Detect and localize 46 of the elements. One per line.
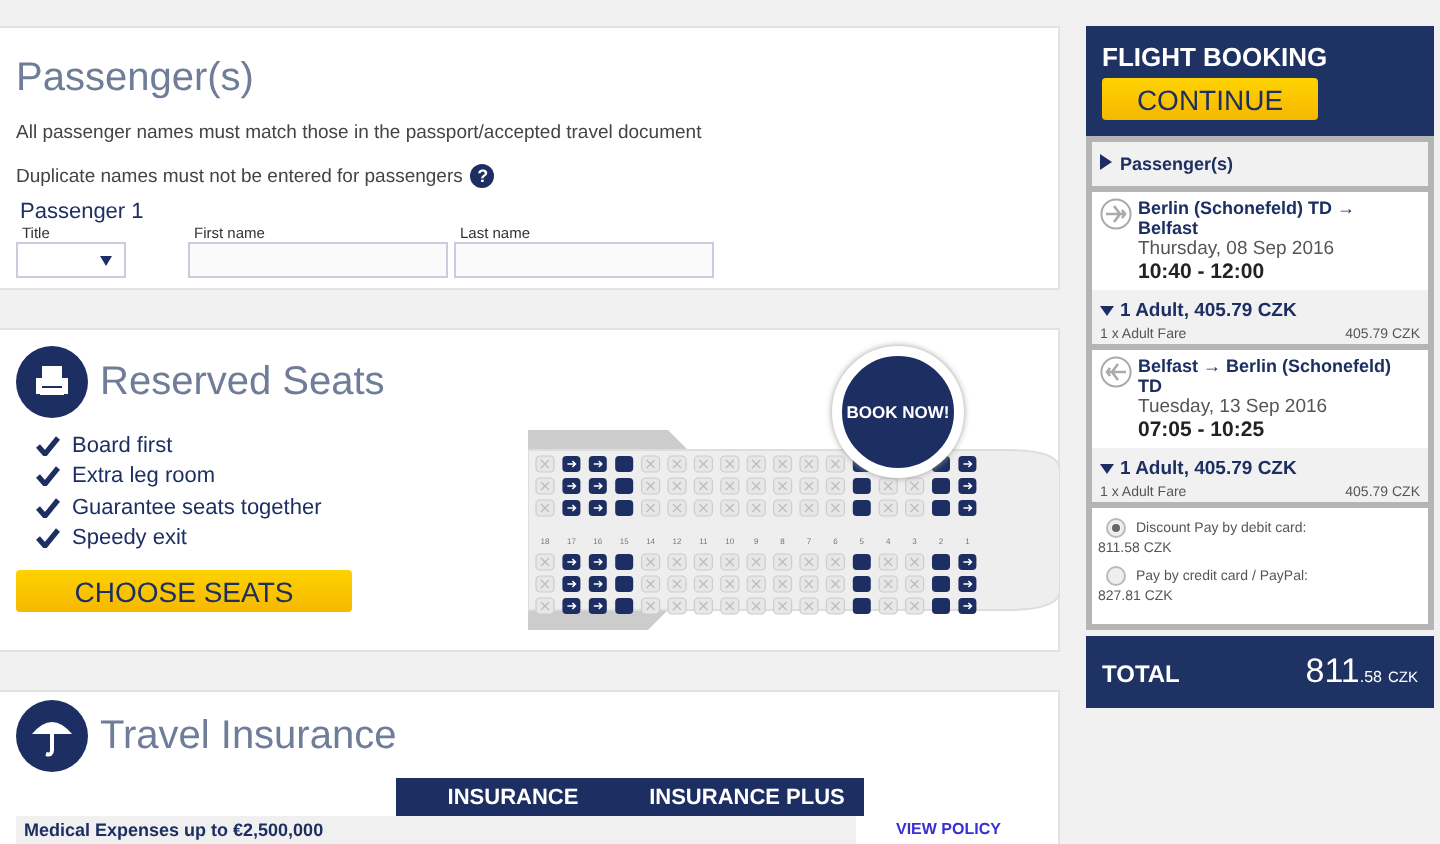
caret-icon	[1100, 304, 1114, 318]
section-title: Passenger(s)	[16, 56, 256, 102]
benefit-text: Speedy exit	[72, 526, 187, 551]
fare-toggle[interactable]: 1 Adult, 405.79 CZK	[1100, 458, 1297, 480]
caret-icon	[1100, 462, 1114, 476]
flight-time: 07:05 - 10:25	[1138, 418, 1267, 442]
check-icon	[36, 435, 60, 456]
payment-radio[interactable]	[1106, 566, 1126, 586]
choose-seats-button[interactable]: CHOOSE SEATS	[16, 570, 352, 612]
booking-title: FLIGHT BOOKING	[1102, 42, 1330, 72]
column-header: INSURANCE	[396, 778, 630, 816]
payment-radio[interactable]	[1106, 518, 1126, 538]
notice-text: Duplicate names must not be entered for passengers	[16, 165, 463, 187]
name-input[interactable]	[188, 242, 448, 278]
view-policy-link[interactable]: VIEW POLICY	[896, 820, 1001, 840]
flight-time: 10:40 - 12:00	[1138, 260, 1267, 284]
check-icon	[36, 528, 60, 549]
check-icon	[36, 466, 60, 487]
benefit-text: Guarantee seats together	[72, 495, 322, 520]
coverage-row: Medical Expenses up to €2,500,000	[16, 816, 856, 844]
section-title: Travel Insurance	[100, 713, 397, 759]
column-header: INSURANCE PLUS	[630, 778, 864, 816]
dropdown-caret-icon	[100, 255, 112, 265]
continue-button[interactable]: CONTINUE	[1102, 78, 1318, 120]
fare-toggle[interactable]: 1 Adult, 405.79 CZK	[1100, 300, 1297, 322]
notice-text: All passenger names must match those in the passport/accepted travel document	[16, 122, 702, 144]
flight-route: Belfast → Berlin (Schonefeld) TD	[1138, 356, 1394, 396]
flight-date: Tuesday, 13 Sep 2016	[1138, 396, 1330, 418]
flight-date: Thursday, 08 Sep 2016	[1138, 238, 1337, 260]
help-button[interactable]: ?	[470, 164, 495, 188]
total-cents: .58	[1359, 668, 1382, 686]
plane-icon	[1100, 198, 1132, 230]
plane-icon	[1100, 356, 1132, 388]
title-dropdown[interactable]	[16, 242, 126, 278]
umbrella-icon	[16, 700, 88, 772]
passengers-toggle[interactable]: Passenger(s)	[1092, 142, 1428, 186]
total-amount: 811	[1305, 652, 1360, 692]
passenger-label: Passenger 1	[20, 200, 146, 224]
caret-icon	[1100, 154, 1112, 170]
section-title: Reserved Seats	[100, 359, 385, 405]
check-icon	[36, 497, 60, 518]
benefit-text: Extra leg room	[72, 464, 216, 489]
flight-route: Berlin (Schonefeld) TD → Belfast	[1138, 198, 1358, 238]
total-label: TOTAL	[1102, 660, 1180, 688]
name-input[interactable]	[454, 242, 714, 278]
benefit-text: Board first	[72, 433, 173, 458]
